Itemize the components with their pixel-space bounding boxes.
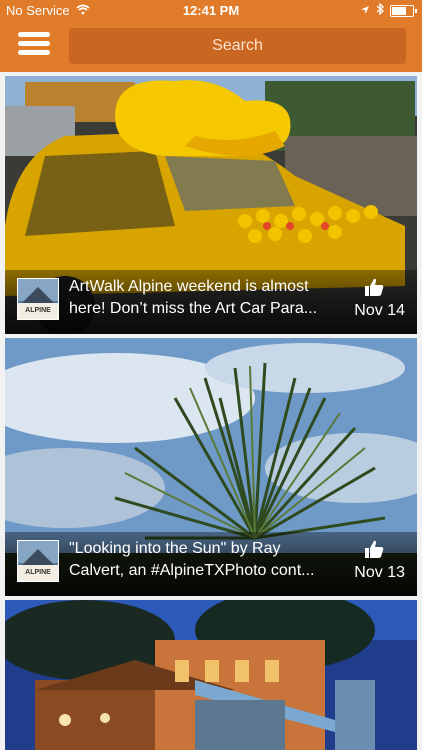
feed-card[interactable]: ALPINE "Looking into the Sun" by Ray Cal… (5, 338, 417, 596)
status-time: 12:41 PM (182, 3, 240, 18)
source-thumbnail: ALPINE (17, 278, 59, 320)
location-arrow-icon (360, 3, 370, 18)
battery-icon (390, 4, 417, 17)
battery-fill (392, 6, 406, 15)
search-label: Search (212, 37, 263, 54)
post-title: "Looking into the Sun" by Ray Calvert, a… (69, 540, 315, 579)
feed-list: ALPINE ArtWalk Alpine weekend is almost … (0, 72, 422, 750)
card-caption: ALPINE ArtWalk Alpine weekend is almost … (5, 270, 417, 334)
search-input[interactable]: Search (69, 28, 406, 64)
bluetooth-icon (376, 2, 384, 18)
status-right (360, 2, 417, 18)
hamburger-menu-icon[interactable] (18, 30, 52, 62)
post-date: Nov 13 (354, 564, 405, 581)
post-title: ArtWalk Alpine weekend is almost here! D… (69, 278, 318, 317)
post-date: Nov 14 (354, 302, 405, 319)
night-courthouse-photo (5, 600, 417, 750)
thumbs-up-icon[interactable] (363, 276, 385, 298)
thumbnail-brand-text: ALPINE (18, 565, 58, 581)
thumbnail-brand-text: ALPINE (18, 303, 58, 319)
card-caption: ALPINE "Looking into the Sun" by Ray Cal… (5, 532, 417, 596)
status-bar: No Service 12:41 PM (0, 0, 422, 22)
thumbs-up-icon[interactable] (363, 538, 385, 560)
feed-card[interactable] (5, 600, 417, 750)
navigation-bar: Search (0, 22, 422, 72)
feed-card[interactable]: ALPINE ArtWalk Alpine weekend is almost … (5, 76, 417, 334)
source-thumbnail: ALPINE (17, 540, 59, 582)
